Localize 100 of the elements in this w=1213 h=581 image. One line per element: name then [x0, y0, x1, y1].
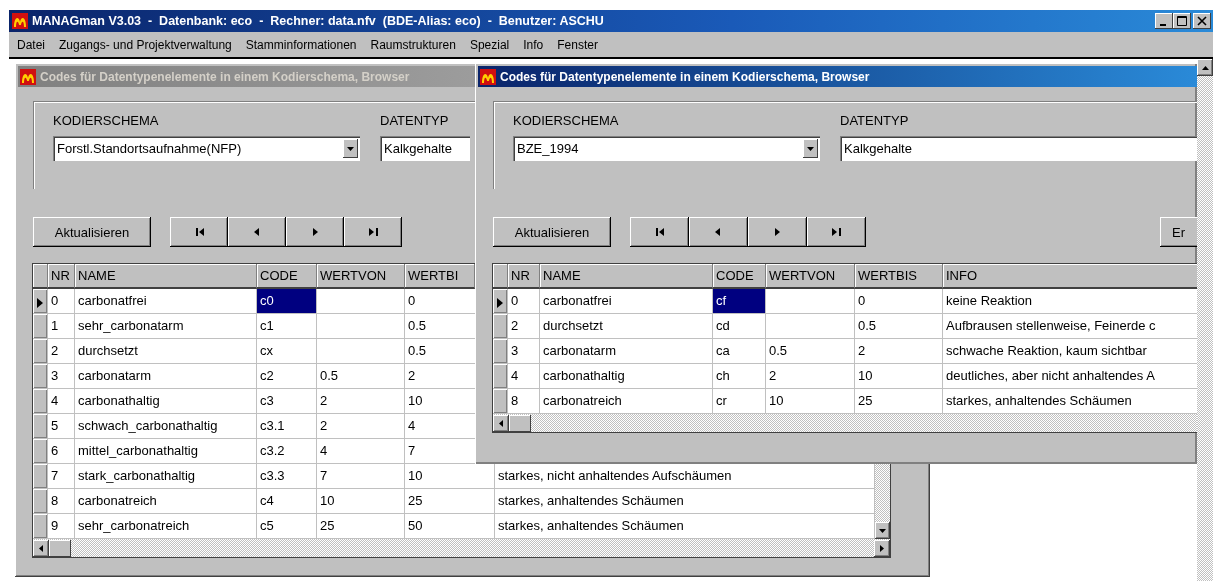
table-cell: 9	[48, 514, 75, 539]
table-cell: 50	[405, 514, 495, 539]
table-cell: sehr_carbonatreich	[75, 514, 257, 539]
scroll-left-button[interactable]	[33, 539, 49, 557]
table-cell: starkes, anhaltendes Schäumen	[495, 489, 875, 514]
horizontal-scrollbar[interactable]	[33, 539, 890, 557]
maximize-button[interactable]	[1173, 13, 1191, 29]
menu-item[interactable]: Stamminformationen	[245, 37, 357, 52]
maximize-icon	[1177, 16, 1187, 26]
table-cell: schwache Reaktion, kaum sichtbar	[943, 339, 1197, 364]
scroll-right-button[interactable]	[874, 539, 890, 557]
scroll-up-button[interactable]	[1197, 59, 1213, 76]
table-cell: carbonatreich	[540, 389, 713, 414]
scroll-thumb[interactable]	[509, 414, 531, 432]
table-cell: 2	[855, 339, 943, 364]
table-cell: carbonatfrei	[540, 289, 713, 314]
next-button[interactable]	[286, 217, 344, 247]
column-header[interactable]: NR	[48, 264, 75, 289]
table-cell: 3	[508, 339, 540, 364]
menu-item[interactable]: Info	[523, 37, 544, 52]
table-cell: 25	[855, 389, 943, 414]
row-indicator[interactable]	[33, 289, 48, 314]
next-button[interactable]	[748, 217, 807, 247]
column-header[interactable]: NAME	[540, 264, 713, 289]
scroll-down-button[interactable]	[875, 522, 890, 539]
close-button[interactable]	[1193, 13, 1211, 29]
previous-button[interactable]	[689, 217, 748, 247]
column-header[interactable]: WERTVON	[317, 264, 405, 289]
field-label: KODIERSCHEMA	[513, 113, 619, 128]
minimize-button[interactable]	[1155, 13, 1173, 29]
text-field[interactable]: Kalkgehalte	[840, 136, 1197, 161]
table-cell: c3.3	[257, 464, 317, 489]
table-cell: 0.5	[766, 339, 855, 364]
table-cell: deutliches, aber nicht anhaltendes A	[943, 364, 1197, 389]
logo-icon	[12, 13, 28, 29]
vertical-scrollbar[interactable]	[875, 462, 890, 539]
current-row-icon	[37, 298, 43, 308]
table-cell: Aufbrausen stellenweise, Feinerde c	[943, 314, 1197, 339]
row-indicator[interactable]	[493, 289, 508, 314]
column-header[interactable]: INFO	[943, 264, 1197, 289]
close-icon	[1197, 16, 1207, 26]
table-cell: 2	[48, 339, 75, 364]
text-field[interactable]: Kalkgehalte	[380, 136, 470, 161]
table-cell: starkes, nicht anhaltendes Aufschäumen	[495, 464, 875, 489]
table-cell: c3.2	[257, 439, 317, 464]
menu-item[interactable]: Datei	[17, 37, 45, 52]
column-header[interactable]: WERTBI	[405, 264, 475, 289]
window-title: Codes für Datentypenelemente in einem Kodierschema, Browser	[40, 69, 410, 84]
column-header[interactable]: NR	[508, 264, 540, 289]
column-header[interactable]: CODE	[257, 264, 317, 289]
refresh-button[interactable]: Aktualisieren	[33, 217, 151, 247]
column-header[interactable]: WERTBIS	[855, 264, 943, 289]
table-cell: c2	[257, 364, 317, 389]
left-arrow-icon	[39, 544, 43, 552]
field-label: DATENTYP	[380, 113, 449, 128]
last-button[interactable]	[807, 217, 866, 247]
table-cell: durchsetzt	[540, 314, 713, 339]
scroll-thumb[interactable]	[49, 539, 71, 557]
menu-item[interactable]: Fenster	[557, 37, 598, 52]
refresh-button[interactable]: Aktualisieren	[493, 217, 611, 247]
table-cell: 2	[317, 414, 405, 439]
column-header[interactable]: WERTVON	[766, 264, 855, 289]
horizontal-scrollbar[interactable]	[493, 414, 1197, 432]
table-cell: 7	[48, 464, 75, 489]
table-cell: stark_carbonathaltig	[75, 464, 257, 489]
table-cell: 2	[508, 314, 540, 339]
table-cell: 10	[405, 464, 495, 489]
table-cell: 4	[508, 364, 540, 389]
column-header[interactable]: NAME	[75, 264, 257, 289]
first-button[interactable]	[630, 217, 689, 247]
vertical-scrollbar[interactable]	[1197, 59, 1213, 581]
table-cell: mittel_carbonathaltig	[75, 439, 257, 464]
dropdown-arrow-icon	[347, 146, 354, 151]
table-cell: c4	[257, 489, 317, 514]
table-cell: c5	[257, 514, 317, 539]
table-cell: c3.1	[257, 414, 317, 439]
table-cell: 25	[405, 489, 495, 514]
column-header[interactable]: CODE	[713, 264, 766, 289]
minimize-icon	[1159, 23, 1166, 26]
table-cell: carbonatarm	[540, 339, 713, 364]
table-cell: keine Reaktion	[943, 289, 1197, 314]
logo-icon	[480, 68, 496, 85]
first-button[interactable]	[170, 217, 228, 247]
action-button[interactable]: Er	[1160, 217, 1197, 247]
next-icon	[773, 228, 782, 236]
scroll-left-button[interactable]	[493, 414, 509, 432]
dropdown-field[interactable]: Forstl.Standortsaufnahme(NFP)	[53, 136, 360, 161]
last-button[interactable]	[344, 217, 402, 247]
table-cell: 25	[317, 514, 405, 539]
previous-button[interactable]	[228, 217, 286, 247]
dropdown-field[interactable]: BZE_1994	[513, 136, 820, 161]
table-cell: 5	[48, 414, 75, 439]
table-cell: carbonathaltig	[75, 389, 257, 414]
menu-item[interactable]: Zugangs- und Projektverwaltung	[59, 37, 232, 52]
menu-item[interactable]: Spezial	[469, 37, 510, 52]
table-cell: 1	[48, 314, 75, 339]
table-cell: c1	[257, 314, 317, 339]
menu-item[interactable]: Raumstrukturen	[370, 37, 456, 52]
table-cell: c0	[257, 289, 317, 314]
table-cell: ch	[713, 364, 766, 389]
